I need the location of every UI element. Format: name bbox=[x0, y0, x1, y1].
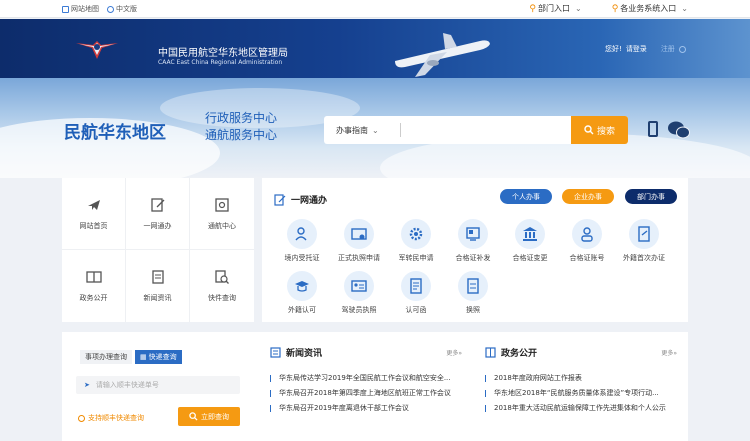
quick-nav-panel: 网站首页 一网通办 通航中心 政务公开 新闻资讯 快件查询 bbox=[62, 178, 254, 322]
search-icon bbox=[584, 125, 594, 135]
id-card-icon bbox=[344, 271, 374, 301]
service-item[interactable]: 认可函 bbox=[386, 271, 446, 315]
list-item[interactable]: 华东局召开2018年第四季度上海地区航班正常工作会议 bbox=[270, 386, 462, 401]
search-bar: 办事指南 ⌄ 搜索 bbox=[324, 116, 628, 144]
list-item[interactable]: 华东局传达学习2019年全国民航工作会议和航空安全... bbox=[270, 371, 462, 386]
caac-logo bbox=[76, 41, 118, 59]
passport-icon bbox=[629, 219, 659, 249]
news-more-link[interactable]: 更多» bbox=[446, 348, 462, 357]
dept-entry-dropdown[interactable]: ⚲ 部门入口 ⌄ bbox=[529, 3, 581, 14]
news-icon bbox=[151, 270, 164, 284]
list-item[interactable]: 华东地区2018年“民航服务质量体系建设”专项行动... bbox=[485, 386, 677, 401]
tab-express-query[interactable]: ▦ 快递查询 bbox=[135, 350, 182, 364]
news-list: 华东局传达学习2019年全国民航工作会议和航空安全... 华东局召开2018年第… bbox=[270, 371, 462, 416]
hero-slogan-sub: 行政服务中心 通航服务中心 bbox=[205, 111, 278, 142]
nav-news[interactable]: 新闻资讯 bbox=[126, 250, 190, 322]
graduation-icon bbox=[287, 271, 317, 301]
department-services-button[interactable]: 部门办事 bbox=[625, 189, 677, 204]
site-header: 中国民用航空华东地区管理局 CAAC East China Regional A… bbox=[0, 19, 750, 78]
chevron-down-icon: ⌄ bbox=[681, 4, 688, 13]
language-link[interactable]: 中文版 bbox=[107, 4, 137, 14]
personal-services-button[interactable]: 个人办事 bbox=[500, 189, 552, 204]
airplane-illustration bbox=[395, 33, 490, 77]
nav-public-affairs[interactable]: 政务公开 bbox=[62, 250, 126, 322]
nav-express-query[interactable]: 快件查询 bbox=[190, 250, 254, 322]
public-affairs-list: 2018年度政府网站工作报表 华东地区2018年“民航服务质量体系建设”专项行动… bbox=[485, 371, 677, 416]
plane-icon bbox=[87, 199, 100, 210]
sitemap-icon bbox=[62, 5, 69, 13]
login-link[interactable]: 请登录 bbox=[626, 44, 647, 54]
tracking-number-input[interactable]: ➤ 请输入顺丰快递单号 bbox=[76, 376, 240, 394]
hero-slogan: 民航华东地区 bbox=[64, 123, 166, 143]
edit-doc-icon bbox=[274, 193, 286, 206]
nav-aviation-center[interactable]: 通航中心 bbox=[190, 178, 254, 250]
biz-entry-dropdown[interactable]: ⚲ 各业务系统入口 ⌄ bbox=[612, 3, 688, 14]
sitemap-link[interactable]: 网站地图 bbox=[62, 4, 99, 14]
gear-icon bbox=[401, 219, 431, 249]
chevron-down-icon: ⌄ bbox=[372, 126, 379, 135]
service-item[interactable]: 军转民申请 bbox=[386, 219, 446, 263]
public-affairs-column: 政务公开 更多» 2018年度政府网站工作报表 华东地区2018年“民航服务质量… bbox=[485, 346, 677, 416]
swap-doc-icon bbox=[458, 271, 488, 301]
user-icon bbox=[678, 45, 686, 53]
service-item[interactable]: 驾驶员执照 bbox=[329, 271, 389, 315]
service-item[interactable]: 合格证变更 bbox=[500, 219, 560, 263]
window-icon bbox=[215, 197, 229, 212]
search-divider bbox=[400, 123, 401, 137]
wechat-icon[interactable] bbox=[668, 121, 690, 139]
service-item[interactable]: 正式执照申请 bbox=[329, 219, 389, 263]
edit-doc-icon bbox=[150, 197, 164, 212]
location-pin-icon: ⚲ bbox=[611, 3, 619, 14]
service-item[interactable]: 合格证账号 bbox=[557, 219, 617, 263]
service-item[interactable]: 合格证补发 bbox=[443, 219, 503, 263]
mobile-icon[interactable] bbox=[648, 121, 658, 137]
building-icon bbox=[515, 219, 545, 249]
top-bar: 网站地图 中文版 ⚲ 部门入口 ⌄ ⚲ 各业务系统入口 ⌄ bbox=[0, 0, 750, 18]
panel-title: 一网通办 bbox=[274, 193, 327, 206]
tab-item-query[interactable]: 事项办理查询 bbox=[80, 350, 132, 364]
location-pin-icon: ⚲ bbox=[529, 3, 536, 14]
news-column: 新闻资讯 更多» 华东局传达学习2019年全国民航工作会议和航空安全... 华东… bbox=[270, 346, 462, 416]
nav-home[interactable]: 网站首页 bbox=[62, 178, 126, 250]
site-title: 中国民用航空华东地区管理局 bbox=[158, 48, 288, 59]
enterprise-services-button[interactable]: 企业办事 bbox=[562, 189, 614, 204]
news-heading: 新闻资讯 bbox=[270, 346, 462, 359]
person-icon bbox=[287, 219, 317, 249]
sf-support-note: 支持顺丰快递查询 bbox=[78, 413, 144, 423]
query-now-button[interactable]: 立即查询 bbox=[178, 407, 240, 426]
globe-icon bbox=[107, 5, 114, 13]
chevron-down-icon: ⌄ bbox=[575, 4, 582, 13]
user-icon bbox=[572, 219, 602, 249]
one-stop-service-panel: 一网通办 个人办事 企业办事 部门办事 境内受托证 正式执照申请 军转民申请 合… bbox=[262, 178, 688, 322]
search-category-select[interactable]: 办事指南 ⌄ bbox=[336, 125, 379, 136]
public-affairs-heading: 政务公开 bbox=[485, 346, 677, 359]
service-item[interactable]: 外籍首次办证 bbox=[614, 219, 674, 263]
search-button[interactable]: 搜索 bbox=[571, 116, 628, 144]
service-item[interactable]: 外籍认可 bbox=[272, 271, 332, 315]
news-icon bbox=[270, 347, 281, 358]
nav-one-stop[interactable]: 一网通办 bbox=[126, 178, 190, 250]
letter-icon bbox=[401, 271, 431, 301]
certificate-icon bbox=[458, 219, 488, 249]
register-link[interactable]: 注册 bbox=[661, 44, 675, 54]
search-icon bbox=[189, 412, 198, 421]
document-icon bbox=[485, 347, 496, 358]
send-icon: ➤ bbox=[84, 381, 90, 389]
user-links: 您好! 请登录 注册 bbox=[605, 44, 686, 54]
public-more-link[interactable]: 更多» bbox=[661, 348, 677, 357]
list-item[interactable]: 2018年重大活动民航运输保障工作先进集体和个人公示 bbox=[485, 401, 677, 416]
query-tabs: 事项办理查询 ▦ 快递查询 bbox=[80, 350, 182, 364]
service-item[interactable]: 境内受托证 bbox=[272, 219, 332, 263]
list-item[interactable]: 2018年度政府网站工作报表 bbox=[485, 371, 677, 386]
search-doc-icon: ▦ bbox=[140, 353, 147, 361]
site-subtitle: CAAC East China Regional Administration bbox=[158, 59, 283, 66]
license-icon bbox=[344, 219, 374, 249]
info-icon bbox=[78, 414, 85, 422]
bottom-section: 事项办理查询 ▦ 快递查询 ➤ 请输入顺丰快递单号 支持顺丰快递查询 立即查询 新… bbox=[62, 332, 688, 441]
search-doc-icon bbox=[215, 270, 229, 284]
book-icon bbox=[85, 271, 102, 283]
list-item[interactable]: 华东局召开2019年度离退休干部工作会议 bbox=[270, 401, 462, 416]
service-item[interactable]: 换照 bbox=[443, 271, 503, 315]
